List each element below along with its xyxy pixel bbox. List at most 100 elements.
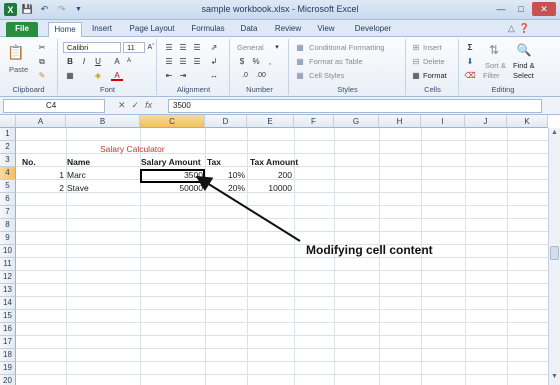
help-icon[interactable]: ❓ <box>519 23 530 34</box>
tab-data[interactable]: Data <box>236 22 262 37</box>
format-cells-button[interactable]: Format <box>423 71 447 80</box>
shrink-text-icon[interactable]: A <box>123 56 135 67</box>
tab-home[interactable]: Home <box>48 22 82 37</box>
wrap-text-icon[interactable]: ↲ <box>208 56 220 67</box>
font-name-select[interactable]: Calibri <box>63 42 121 53</box>
tab-insert[interactable]: Insert <box>86 22 118 37</box>
column-header-h[interactable]: H <box>379 115 421 128</box>
cell-c5[interactable]: 50000 <box>140 182 205 195</box>
cell-styles-button[interactable]: Cell Styles <box>309 71 344 80</box>
tab-file[interactable]: File <box>6 22 38 37</box>
formula-input[interactable]: 3500 <box>168 99 542 113</box>
row-header-2[interactable]: 2 <box>0 141 16 154</box>
underline-icon[interactable]: U <box>92 56 104 67</box>
format-as-table-button[interactable]: Format as Table <box>309 57 363 66</box>
column-header-f[interactable]: F <box>294 115 334 128</box>
tab-view[interactable]: View <box>312 22 340 37</box>
cell-d5[interactable]: 20% <box>205 182 247 195</box>
worksheet-grid[interactable]: A B C D E F G H I J K 1 2 3 4 5 6 7 8 9 10 11 12 13 1… <box>0 115 560 385</box>
cell-styles-icon[interactable]: ▦ <box>294 70 306 81</box>
row-header-5[interactable]: 5 <box>0 180 16 193</box>
scrollbar-thumb[interactable] <box>550 246 559 260</box>
font-size-select[interactable]: 11 <box>123 42 145 53</box>
copy-icon[interactable]: ⧉ <box>36 56 48 67</box>
cell-b5[interactable]: Stave <box>67 182 89 195</box>
paste-icon[interactable]: 📋 <box>6 43 26 61</box>
column-header-k[interactable]: K <box>507 115 548 128</box>
row-header-13[interactable]: 13 <box>0 284 16 297</box>
column-header-c[interactable]: C <box>140 115 205 128</box>
paste-label[interactable]: Paste <box>9 65 28 74</box>
fill-color-icon[interactable]: ◈ <box>92 70 104 81</box>
top-align-icon[interactable]: ☰ <box>163 42 175 53</box>
sort-filter-icon[interactable]: ⇅ <box>484 41 504 59</box>
conditional-formatting-icon[interactable]: ▦ <box>294 42 306 53</box>
column-header-j[interactable]: J <box>465 115 507 128</box>
cell-b4[interactable]: Marc <box>67 169 86 182</box>
column-header-g[interactable]: G <box>334 115 379 128</box>
row-header-14[interactable]: 14 <box>0 297 16 310</box>
header-salary-amount[interactable]: Salary Amount <box>141 156 201 169</box>
select-all-corner[interactable] <box>0 115 16 128</box>
cancel-entry-icon[interactable]: ✕ <box>118 100 126 111</box>
grow-text-icon[interactable]: A <box>111 56 123 67</box>
format-painter-icon[interactable]: ✎ <box>36 70 48 81</box>
row-header-10[interactable]: 10 <box>0 245 16 258</box>
cell-e5[interactable]: 10000 <box>247 182 294 195</box>
increase-decimal-icon[interactable]: .0 <box>239 70 251 81</box>
confirm-entry-icon[interactable]: ✓ <box>132 100 140 111</box>
currency-icon[interactable]: $ <box>236 56 248 67</box>
row-header-11[interactable]: 11 <box>0 258 16 271</box>
row-header-16[interactable]: 16 <box>0 323 16 336</box>
grow-font-icon[interactable]: Aˆ <box>145 42 157 53</box>
find-select-icon[interactable]: 🔍 <box>514 41 534 59</box>
bottom-align-icon[interactable]: ☰ <box>191 42 203 53</box>
decrease-decimal-icon[interactable]: .00 <box>255 70 267 81</box>
cut-icon[interactable]: ✂ <box>36 42 48 53</box>
borders-icon[interactable]: ▦ <box>64 70 76 81</box>
row-header-8[interactable]: 8 <box>0 219 16 232</box>
number-format-dropdown-icon[interactable]: ▾ <box>271 42 283 53</box>
font-color-icon[interactable]: A <box>111 70 123 81</box>
insert-cells-button[interactable]: Insert <box>423 43 442 52</box>
row-header-15[interactable]: 15 <box>0 310 16 323</box>
close-icon[interactable]: ✕ <box>532 2 556 16</box>
insert-function-icon[interactable]: fx <box>145 100 152 111</box>
header-no[interactable]: No. <box>22 156 36 169</box>
row-header-4[interactable]: 4 <box>0 167 16 180</box>
align-left-icon[interactable]: ☰ <box>163 56 175 67</box>
header-tax[interactable]: Tax <box>207 156 221 169</box>
insert-cells-icon[interactable]: ⊞ <box>410 42 422 53</box>
scroll-up-icon[interactable]: ▲ <box>549 129 560 140</box>
tab-page-layout[interactable]: Page Layout <box>124 22 180 37</box>
bold-icon[interactable]: B <box>64 56 76 67</box>
select-label[interactable]: Select <box>513 71 534 80</box>
comma-style-icon[interactable]: , <box>264 56 276 67</box>
tab-formulas[interactable]: Formulas <box>186 22 230 37</box>
active-cell-c4[interactable] <box>140 169 205 183</box>
row-header-3[interactable]: 3 <box>0 154 16 167</box>
row-header-6[interactable]: 6 <box>0 193 16 206</box>
name-box[interactable]: C4 <box>3 99 105 113</box>
cell-a5[interactable]: 2 <box>16 182 66 195</box>
row-header-20[interactable]: 20 <box>0 375 16 385</box>
clear-icon[interactable]: ⌫ <box>464 70 476 81</box>
number-format-select[interactable]: General <box>237 43 264 52</box>
delete-cells-button[interactable]: Delete <box>423 57 445 66</box>
fill-icon[interactable]: ⬇ <box>464 56 476 67</box>
cell-d4[interactable]: 10% <box>205 169 247 182</box>
delete-cells-icon[interactable]: ⊟ <box>410 56 422 67</box>
percent-icon[interactable]: % <box>250 56 262 67</box>
filter-label[interactable]: Filter <box>483 71 500 80</box>
column-header-a[interactable]: A <box>16 115 66 128</box>
autosum-icon[interactable]: Σ <box>464 42 476 53</box>
row-header-17[interactable]: 17 <box>0 336 16 349</box>
increase-indent-icon[interactable]: ⇥ <box>177 70 189 81</box>
header-name[interactable]: Name <box>67 156 90 169</box>
sheet-title[interactable]: Salary Calculator <box>100 143 165 156</box>
row-header-9[interactable]: 9 <box>0 232 16 245</box>
row-header-19[interactable]: 19 <box>0 362 16 375</box>
tab-developer[interactable]: Developer <box>350 22 396 37</box>
conditional-formatting-button[interactable]: Conditional Formatting <box>309 43 384 52</box>
column-header-d[interactable]: D <box>205 115 247 128</box>
